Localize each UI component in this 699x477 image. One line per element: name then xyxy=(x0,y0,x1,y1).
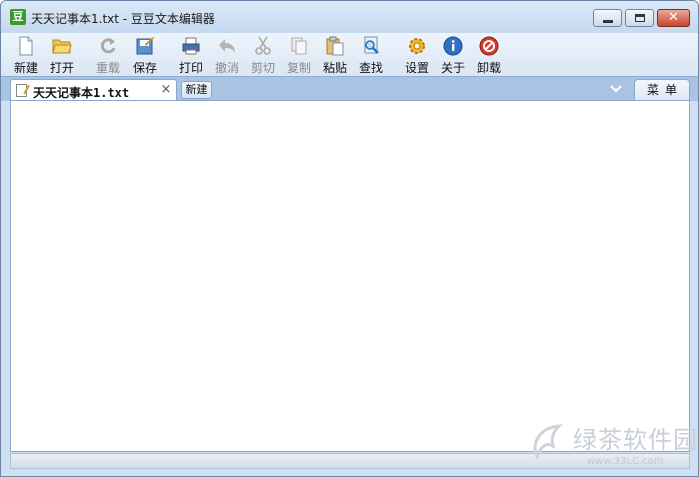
save-icon xyxy=(136,37,154,55)
reload-button[interactable]: 重载 xyxy=(91,35,125,75)
watermark-text: 绿茶软件园 xyxy=(573,426,698,454)
chevron-down-icon[interactable] xyxy=(609,82,623,96)
close-button[interactable]: ✕ xyxy=(657,9,690,27)
settings-button[interactable]: 设置 xyxy=(400,35,434,75)
text-editor-area[interactable] xyxy=(10,100,690,452)
undo-icon xyxy=(219,39,235,53)
watermark-logo-icon xyxy=(533,424,564,460)
reload-icon xyxy=(100,38,116,54)
text-file-icon xyxy=(16,84,27,97)
settings-label: 设置 xyxy=(404,61,429,75)
tab-bar: 天天记事本1.txt × 新建 菜单 xyxy=(1,76,698,101)
watermark: 绿茶软件园 www.33LC.com xyxy=(529,418,697,476)
about-label: 关于 xyxy=(440,61,465,75)
app-logo-icon[interactable]: 豆 xyxy=(10,9,26,25)
watermark-url: www.33LC.com xyxy=(587,456,664,467)
uninstall-label: 卸载 xyxy=(476,61,501,75)
open-label: 打开 xyxy=(49,61,74,75)
maximize-button[interactable] xyxy=(625,9,654,27)
paste-icon xyxy=(326,36,344,56)
undo-label: 撤消 xyxy=(214,61,239,75)
cut-label: 剪切 xyxy=(250,61,275,75)
menu-button[interactable]: 菜单 xyxy=(634,79,690,101)
print-label: 打印 xyxy=(178,61,203,75)
find-label: 查找 xyxy=(358,61,383,75)
copy-icon xyxy=(291,37,307,55)
scissors-icon xyxy=(255,36,271,55)
find-button[interactable]: 查找 xyxy=(354,35,388,75)
cut-button[interactable]: 剪切 xyxy=(246,35,280,75)
tab-document[interactable]: 天天记事本1.txt × xyxy=(10,79,177,101)
save-button[interactable]: 保存 xyxy=(128,35,162,75)
minimize-icon xyxy=(603,20,613,23)
new-tab-button[interactable]: 新建 xyxy=(181,81,212,99)
close-icon: ✕ xyxy=(668,10,679,25)
title-bar[interactable]: 豆 天天记事本1.txt - 豆豆文本编辑器 ✕ xyxy=(1,1,698,33)
window-title: 天天记事本1.txt - 豆豆文本编辑器 xyxy=(31,12,215,26)
tab-close-icon[interactable]: × xyxy=(159,82,173,98)
tab-document-label: 天天记事本1.txt xyxy=(33,86,130,100)
paste-label: 粘贴 xyxy=(322,61,347,75)
new-label: 新建 xyxy=(13,61,38,75)
copy-label: 复制 xyxy=(286,61,311,75)
maximize-icon xyxy=(635,14,645,22)
uninstall-button[interactable]: 卸载 xyxy=(472,35,506,75)
search-icon xyxy=(364,36,379,54)
gear-icon xyxy=(409,38,425,54)
info-icon xyxy=(443,36,463,56)
paste-button[interactable]: 粘贴 xyxy=(318,35,352,75)
reload-label: 重载 xyxy=(95,61,120,75)
about-button[interactable]: 关于 xyxy=(436,35,470,75)
new-button[interactable]: 新建 xyxy=(9,35,43,75)
printer-icon xyxy=(182,37,200,55)
save-label: 保存 xyxy=(132,61,157,75)
uninstall-icon xyxy=(479,36,499,56)
app-window: 豆 天天记事本1.txt - 豆豆文本编辑器 ✕ 新建 打开 重载 保存 打印 … xyxy=(0,0,699,477)
copy-button[interactable]: 复制 xyxy=(282,35,316,75)
folder-open-icon xyxy=(52,39,72,54)
minimize-button[interactable] xyxy=(593,9,622,27)
undo-button[interactable]: 撤消 xyxy=(210,35,244,75)
open-button[interactable]: 打开 xyxy=(45,35,79,75)
new-file-icon xyxy=(19,36,33,56)
print-button[interactable]: 打印 xyxy=(174,35,208,75)
toolbar: 新建 打开 重载 保存 打印 撤消 剪切 复制 粘贴 查找 设置 关于 卸载 xyxy=(1,33,698,93)
